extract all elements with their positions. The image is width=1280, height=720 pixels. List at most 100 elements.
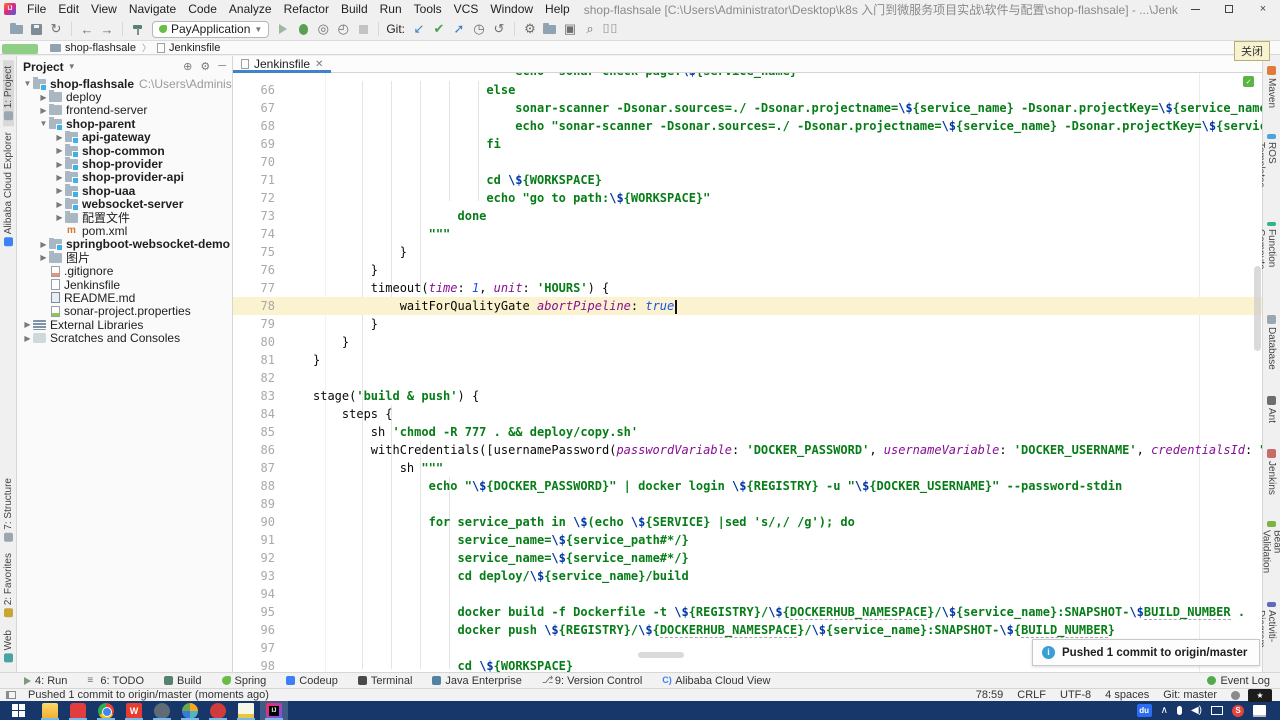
tree-item-gitignore[interactable]: .gitignore: [17, 264, 232, 278]
file-encoding[interactable]: UTF-8: [1060, 689, 1091, 701]
forward-button[interactable]: →: [97, 20, 117, 38]
tool-window-button-6-todo[interactable]: ≡ 6: TODO: [87, 675, 144, 687]
code-line-78[interactable]: 78 waitForQualityGate abortPipeline: tru…: [233, 297, 1262, 315]
caret-position[interactable]: 78:59: [976, 689, 1004, 701]
code-line-96[interactable]: 96 docker push \${REGISTRY}/\${DOCKERHUB…: [233, 621, 1262, 639]
tool-window-button-spring[interactable]: Spring: [221, 675, 266, 687]
tool-window-button-alibaba-cloud-view[interactable]: C) Alibaba Cloud View: [662, 675, 770, 687]
menu-navigate[interactable]: Navigate: [123, 0, 182, 18]
tool-strip-item-1-project[interactable]: 1: Project: [2, 60, 14, 127]
chevron-collapsed-icon[interactable]: ▶: [55, 186, 64, 195]
code-line-76[interactable]: 76 }: [233, 261, 1262, 279]
settings-button[interactable]: ⚙: [520, 20, 540, 38]
back-button[interactable]: ←: [77, 20, 97, 38]
menu-window[interactable]: Window: [484, 0, 539, 18]
code-line-91[interactable]: 91 service_name=\${service_path#*/}: [233, 531, 1262, 549]
tool-strip-item-2-favorites[interactable]: 2: Favorites: [3, 547, 14, 623]
tool-strip-item-database[interactable]: Database: [1266, 309, 1277, 376]
tool-window-button-event-log[interactable]: Event Log: [1207, 675, 1270, 687]
tree-item-jenkinsfile[interactable]: Jenkinsfile: [17, 278, 232, 291]
code-editor[interactable]: echo "sonar check page:\${service_name}"…: [233, 73, 1262, 672]
breadcrumb-file[interactable]: Jenkinsfile: [156, 42, 220, 54]
open-button[interactable]: [6, 20, 26, 38]
save-button[interactable]: [26, 20, 46, 38]
gear-icon[interactable]: ⚙: [200, 60, 210, 73]
code-line-67[interactable]: 67 sonar-scanner -Dsonar.sources=./ -Dso…: [233, 99, 1262, 117]
close-button[interactable]: ×: [1246, 0, 1280, 18]
taskbar-app-chrome[interactable]: [92, 701, 120, 720]
code-line-75[interactable]: 75 }: [233, 243, 1262, 261]
tool-strip-item-bean-validation[interactable]: Bean Validation: [1261, 515, 1280, 582]
code-line[interactable]: echo "sonar check page:\${service_name}": [233, 73, 1262, 80]
code-line-81[interactable]: 81}: [233, 351, 1262, 369]
inspections-ok-icon[interactable]: ✓: [1243, 76, 1254, 87]
push-notification[interactable]: i Pushed 1 commit to origin/master: [1032, 639, 1260, 666]
speaker-icon[interactable]: ◀): [1191, 705, 1202, 716]
breadcrumb-project[interactable]: shop-flashsale: [50, 42, 136, 54]
tool-window-button-java-enterprise[interactable]: Java Enterprise: [432, 675, 522, 687]
tree-item-shop-provider-api[interactable]: ▶ shop-provider-api: [17, 170, 232, 185]
tool-window-toggle-icon[interactable]: [6, 691, 16, 699]
tree-item-shop-uaa[interactable]: ▶ shop-uaa: [17, 184, 232, 198]
tree-item-frontend-server[interactable]: ▶ frontend-server: [17, 103, 232, 117]
tool-strip-item-ant[interactable]: Ant: [1266, 390, 1277, 429]
taskbar-app-idea[interactable]: [260, 701, 288, 720]
line-ending[interactable]: CRLF: [1017, 689, 1046, 701]
tree-item-shop-provider[interactable]: ▶ shop-provider: [17, 157, 232, 171]
tree-item-pom-xml[interactable]: m pom.xml: [17, 224, 232, 237]
chevron-collapsed-icon[interactable]: ▶: [55, 160, 64, 169]
menu-view[interactable]: View: [85, 0, 123, 18]
tool-window-button-build[interactable]: Build: [164, 675, 202, 687]
code-line-82[interactable]: 82: [233, 369, 1262, 387]
search-everywhere-button[interactable]: ⌕: [580, 20, 600, 38]
chevron-collapsed-icon[interactable]: ▶: [23, 320, 32, 329]
tree-item-sonar-project-properties[interactable]: sonar-project.properties: [17, 305, 232, 318]
taskbar-app-explorer[interactable]: [36, 701, 64, 720]
code-line-79[interactable]: 79 }: [233, 315, 1262, 333]
tool-strip-item-maven[interactable]: Maven: [1266, 60, 1277, 114]
tree-item-item[interactable]: ▶ 图片: [17, 251, 232, 264]
code-line-68[interactable]: 68 echo "sonar-scanner -Dsonar.sources=.…: [233, 117, 1262, 135]
code-line-93[interactable]: 93 cd deploy/\${service_name}/build: [233, 567, 1262, 585]
chevron-expanded-icon[interactable]: ▼: [23, 79, 32, 88]
run-button[interactable]: [273, 20, 293, 38]
code-line-90[interactable]: 90 for service_path in \$(echo \${SERVIC…: [233, 513, 1262, 531]
ime-note-icon[interactable]: [1253, 704, 1266, 717]
tool-window-button-codeup[interactable]: Codeup: [286, 675, 338, 687]
profiler-button[interactable]: ◴: [333, 20, 353, 38]
monitor-icon[interactable]: [1211, 706, 1223, 715]
chevron-collapsed-icon[interactable]: ▶: [55, 173, 64, 182]
menu-file[interactable]: File: [21, 0, 52, 18]
chevron-up-icon[interactable]: ∧: [1161, 705, 1168, 716]
tree-item-springboot-websocket-demo[interactable]: ▶ springboot-websocket-demo: [17, 237, 232, 252]
vcs-commit-button[interactable]: ✔: [429, 20, 449, 38]
start-button[interactable]: [0, 701, 36, 720]
code-line-83[interactable]: 83 stage('build & push') {: [233, 387, 1262, 405]
taskbar-app-petal[interactable]: [204, 701, 232, 720]
hide-panel-icon[interactable]: ─: [218, 60, 226, 73]
menu-analyze[interactable]: Analyze: [223, 0, 278, 18]
code-line-92[interactable]: 92 service_name=\${service_name#*/}: [233, 549, 1262, 567]
coverage-button[interactable]: ◎: [313, 20, 333, 38]
project-view-chevron-icon[interactable]: ▼: [68, 62, 76, 71]
tree-item-deploy[interactable]: ▶ deploy: [17, 90, 232, 104]
code-line-73[interactable]: 73 done: [233, 207, 1262, 225]
chevron-collapsed-icon[interactable]: ▶: [55, 133, 64, 142]
code-line-72[interactable]: 72 echo "go to path:\${WORKSPACE}": [233, 189, 1262, 207]
menu-run[interactable]: Run: [374, 0, 408, 18]
code-line-95[interactable]: 95 docker build -f Dockerfile -t \${REGI…: [233, 603, 1262, 621]
build-button[interactable]: [128, 20, 148, 38]
tool-window-button-9-version-control[interactable]: ⎇ 9: Version Control: [542, 675, 642, 687]
tree-item-api-gateway[interactable]: ▶ api-gateway: [17, 130, 232, 144]
tree-item-item[interactable]: ▶ 配置文件: [17, 210, 232, 224]
tree-item-scratches-and-consoles[interactable]: ▶ Scratches and Consoles: [17, 331, 232, 344]
code-line-94[interactable]: 94: [233, 585, 1262, 603]
sogou-input-icon[interactable]: S: [1232, 704, 1244, 717]
code-line-85[interactable]: 85 sh 'chmod -R 777 . && deploy/copy.sh': [233, 423, 1262, 441]
code-line-80[interactable]: 80 }: [233, 333, 1262, 351]
menu-vcs[interactable]: VCS: [448, 0, 485, 18]
chevron-collapsed-icon[interactable]: ▶: [39, 240, 48, 249]
code-line-71[interactable]: 71 cd \${WORKSPACE}: [233, 171, 1262, 189]
taskbar-app-notepad[interactable]: [232, 701, 260, 720]
chevron-collapsed-icon[interactable]: ▶: [55, 146, 64, 155]
